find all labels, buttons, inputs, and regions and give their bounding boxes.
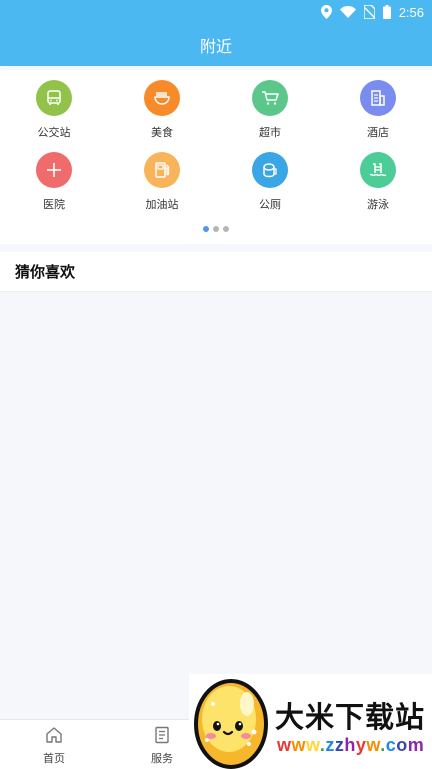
category-hotel[interactable]: 酒店 — [324, 80, 432, 140]
food-icon — [144, 80, 180, 116]
toilet-icon — [252, 152, 288, 188]
tab-home[interactable]: 首页 — [0, 726, 108, 766]
tab-label: 服务 — [151, 752, 173, 765]
category-grid-card: 公交站 美食 超市 酒店 医院 加油站 公厕 游泳 — [0, 70, 432, 244]
page-dot — [223, 226, 229, 232]
section-title: 猜你喜欢 — [15, 263, 76, 281]
page-indicator[interactable] — [0, 226, 432, 232]
bus-icon — [36, 80, 72, 116]
home-icon — [45, 726, 63, 747]
category-label: 游泳 — [367, 198, 389, 211]
category-grid: 公交站 美食 超市 酒店 医院 加油站 公厕 游泳 — [0, 80, 432, 212]
location-icon — [320, 5, 332, 19]
title-bar: 附近 — [0, 24, 432, 66]
category-label: 医院 — [43, 198, 65, 211]
watermark: 大米下载站 www.zzhyw.com — [189, 674, 432, 769]
status-bar: 2:56 — [0, 0, 432, 24]
watermark-url: www.zzhyw.com — [277, 735, 425, 755]
category-label: 美食 — [151, 126, 173, 139]
tab-label: 首页 — [43, 752, 65, 765]
no-sim-icon — [363, 5, 375, 19]
category-supermarket[interactable]: 超市 — [216, 80, 324, 140]
category-label: 超市 — [259, 126, 281, 139]
category-label: 公交站 — [37, 126, 71, 139]
section-header: 猜你喜欢 — [0, 252, 432, 292]
category-gas-station[interactable]: 加油站 — [108, 152, 216, 212]
category-swimming[interactable]: 游泳 — [324, 152, 432, 212]
category-food[interactable]: 美食 — [108, 80, 216, 140]
service-icon — [153, 726, 171, 747]
swim-icon — [360, 152, 396, 188]
page-dot-active — [203, 226, 209, 232]
category-label: 加油站 — [145, 198, 179, 211]
fuel-icon — [144, 152, 180, 188]
watermark-title: 大米下载站 — [275, 700, 426, 734]
recommendation-list — [0, 301, 432, 719]
category-label: 酒店 — [367, 126, 389, 139]
hospital-icon — [36, 152, 72, 188]
wifi-icon — [339, 6, 356, 18]
category-hospital[interactable]: 医院 — [0, 152, 108, 212]
status-time: 2:56 — [398, 4, 424, 20]
category-restroom[interactable]: 公厕 — [216, 152, 324, 212]
page-title: 附近 — [199, 37, 232, 56]
hotel-icon — [360, 80, 396, 116]
cart-icon — [252, 80, 288, 116]
category-bus-stop[interactable]: 公交站 — [0, 80, 108, 140]
mascot-egg-icon — [194, 679, 268, 769]
category-label: 公厕 — [259, 198, 281, 211]
page-dot — [213, 226, 219, 232]
battery-icon — [382, 5, 391, 19]
